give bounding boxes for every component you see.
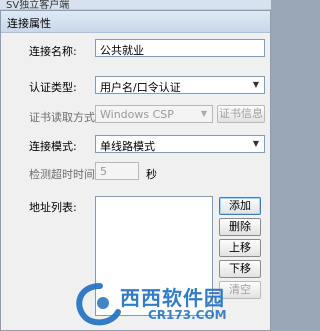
chevron-down-icon: ▼: [252, 80, 260, 89]
chevron-down-icon: ▼: [200, 109, 208, 118]
add-button[interactable]: 添加: [219, 197, 261, 215]
cert-method-label: 证书读取方式:: [29, 111, 99, 124]
dialog-titlebar: 连接属性: [1, 11, 270, 33]
cert-method-value: Windows CSP: [100, 108, 174, 121]
address-list-label: 地址列表:: [29, 201, 77, 214]
connection-mode-select[interactable]: 单线路模式 ▼: [95, 135, 265, 153]
address-list[interactable]: [95, 196, 213, 316]
clear-button[interactable]: 清空: [219, 281, 261, 299]
connection-mode-label: 连接模式:: [29, 140, 77, 153]
move-up-button[interactable]: 上移: [219, 239, 261, 257]
timeout-unit: 秒: [146, 168, 157, 181]
auth-type-select[interactable]: 用户名/口令认证 ▼: [95, 76, 265, 94]
background-window-titlebar: SV独立客户端: [0, 0, 271, 11]
delete-button[interactable]: 删除: [219, 218, 261, 236]
cert-method-select[interactable]: Windows CSP ▼: [95, 105, 213, 123]
chevron-down-icon: ▼: [252, 139, 260, 148]
connection-name-input[interactable]: 公共就业: [95, 39, 265, 57]
connection-mode-value: 单线路模式: [100, 140, 155, 153]
auth-type-value: 用户名/口令认证: [100, 81, 181, 94]
timeout-input[interactable]: 5: [95, 162, 139, 180]
timeout-label: 检测超时时间:: [29, 168, 99, 181]
move-down-button[interactable]: 下移: [219, 260, 261, 278]
cert-info-button[interactable]: 证书信息: [217, 105, 265, 123]
connection-name-label: 连接名称:: [29, 45, 77, 58]
auth-type-label: 认证类型:: [29, 81, 77, 94]
connection-properties-dialog: 连接属性 连接名称: 公共就业 认证类型: 用户名/口令认证 ▼ 证书读取方式:…: [0, 10, 271, 331]
dialog-title: 连接属性: [7, 17, 51, 30]
